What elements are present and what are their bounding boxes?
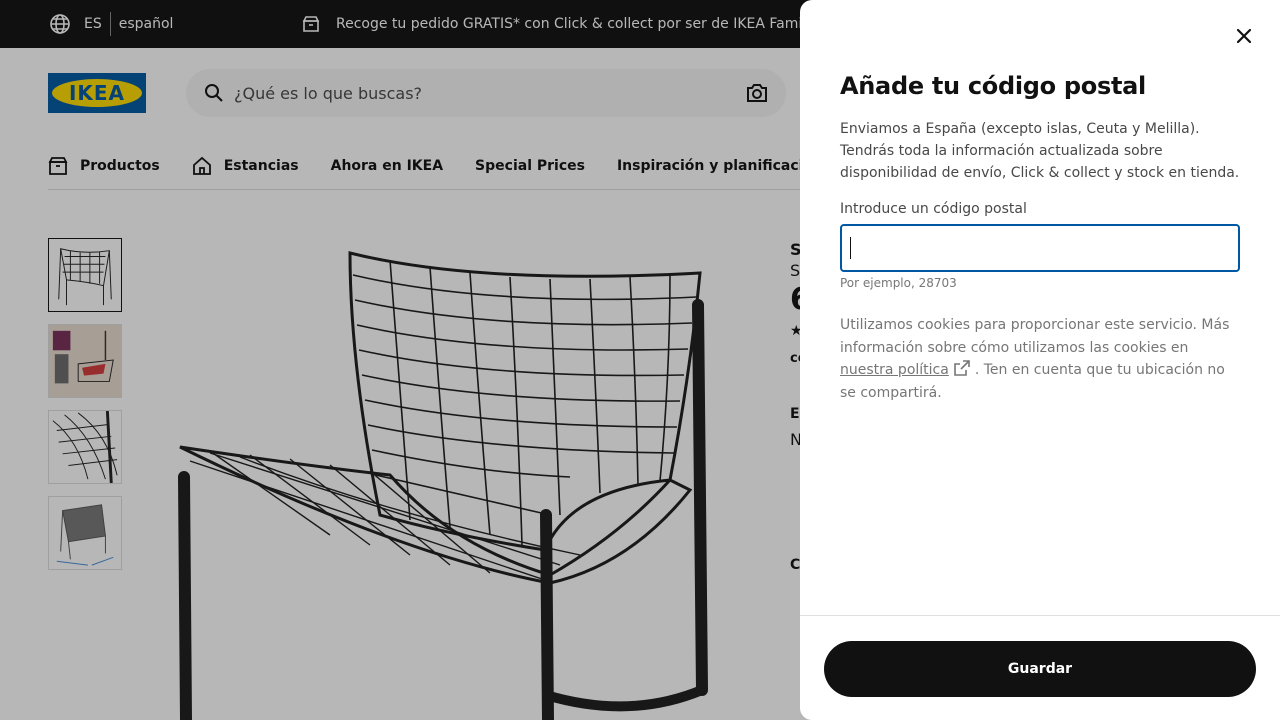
panel-description: Enviamos a España (excepto islas, Ceuta … <box>840 121 1240 181</box>
external-link-icon <box>954 360 970 376</box>
postal-code-panel: Añade tu código postal Enviamos a España… <box>800 0 1280 720</box>
save-button[interactable]: Guardar <box>824 641 1256 697</box>
panel-title: Añade tu código postal <box>840 72 1146 100</box>
postal-code-label: Introduce un código postal <box>840 201 1027 217</box>
close-icon <box>1236 28 1252 44</box>
cookie-notice: Utilizamos cookies para proporcionar est… <box>840 314 1240 404</box>
cookie-text-before: Utilizamos cookies para proporcionar est… <box>840 317 1230 356</box>
postal-code-input[interactable] <box>851 238 1238 258</box>
postal-code-hint: Por ejemplo, 28703 <box>840 276 957 290</box>
privacy-policy-link[interactable]: nuestra política <box>840 362 949 378</box>
panel-footer: Guardar <box>800 615 1280 720</box>
postal-code-field[interactable] <box>840 224 1240 272</box>
close-button[interactable] <box>1224 16 1264 56</box>
